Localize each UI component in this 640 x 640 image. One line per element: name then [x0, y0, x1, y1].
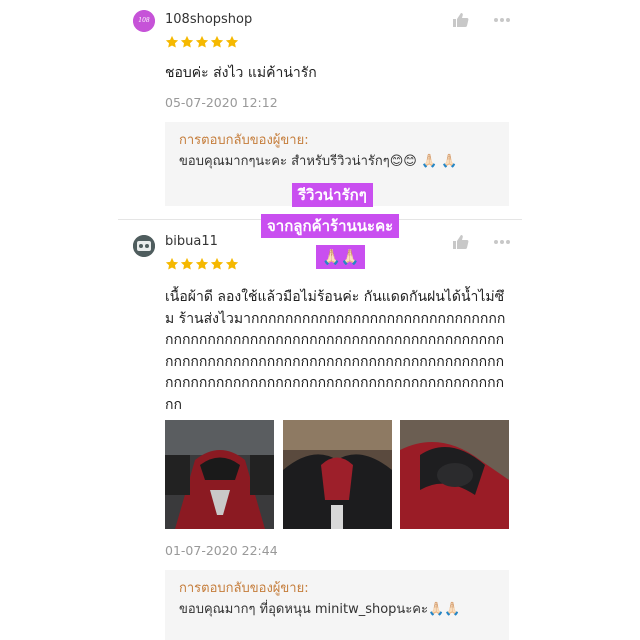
review-comment: ชอบค่ะ ส่งไว แม่ค้าน่ารัก — [165, 65, 317, 81]
star-icon — [195, 257, 209, 270]
star-icon — [165, 257, 179, 270]
star-icon — [195, 35, 209, 48]
more-icon[interactable] — [492, 232, 512, 252]
star-icon — [165, 35, 179, 48]
user-avatar-icon — [133, 235, 155, 257]
star-icon — [180, 35, 194, 48]
reply-title: การตอบกลับของผู้ขาย: — [179, 581, 309, 596]
star-rating — [165, 35, 239, 49]
username: bibua11 — [165, 234, 218, 249]
overlay-line-3: 🙏🏻🙏🏻 — [316, 245, 366, 269]
motorcycle-photo-icon — [165, 420, 274, 529]
motorcycle-photo-icon — [400, 420, 509, 529]
motorcycle-photo-icon — [283, 420, 392, 529]
review-photo-2[interactable] — [283, 420, 392, 529]
overlay-line-1: รีวิวน่ารักๆ — [292, 183, 373, 207]
review-timestamp: 05-07-2020 12:12 — [165, 95, 278, 110]
svg-text:108: 108 — [138, 17, 150, 24]
overlay-line-2: จากลูกค้าร้านนะคะ — [261, 214, 400, 238]
star-rating — [165, 257, 239, 271]
more-icon[interactable] — [492, 10, 512, 30]
review-timestamp: 01-07-2020 22:44 — [165, 543, 278, 558]
star-icon — [180, 257, 194, 270]
avatar[interactable]: 108 — [133, 10, 155, 32]
like-icon[interactable] — [450, 232, 470, 252]
reply-text: ขอบคุณมากๆนะคะ สำหรับรีวิวน่ารักๆ😊😊 🙏🏻 🙏… — [179, 154, 458, 169]
review-actions — [450, 10, 512, 30]
review-photo-1[interactable] — [165, 420, 274, 529]
review-photo-3[interactable] — [400, 420, 509, 529]
username: 108shopshop — [165, 12, 253, 27]
avatar[interactable] — [133, 235, 155, 257]
star-icon — [210, 35, 224, 48]
reply-text: ขอบคุณมากๆ ที่อุดหนุน minitw_shopนะคะ🙏🏻🙏… — [179, 602, 461, 617]
star-icon — [210, 257, 224, 270]
star-icon — [225, 257, 239, 270]
review-actions — [450, 232, 512, 252]
reply-title: การตอบกลับของผู้ขาย: — [179, 133, 309, 148]
like-icon[interactable] — [450, 10, 470, 30]
shop-logo-icon: 108 — [133, 10, 155, 32]
review-comment: เนื้อผ้าดี ลองใช้แล้วมือไม่ร้อนค่ะ กันแด… — [165, 289, 506, 413]
seller-reply: การตอบกลับของผู้ขาย: ขอบคุณมากๆ ที่อุดหน… — [165, 570, 509, 640]
star-icon — [225, 35, 239, 48]
